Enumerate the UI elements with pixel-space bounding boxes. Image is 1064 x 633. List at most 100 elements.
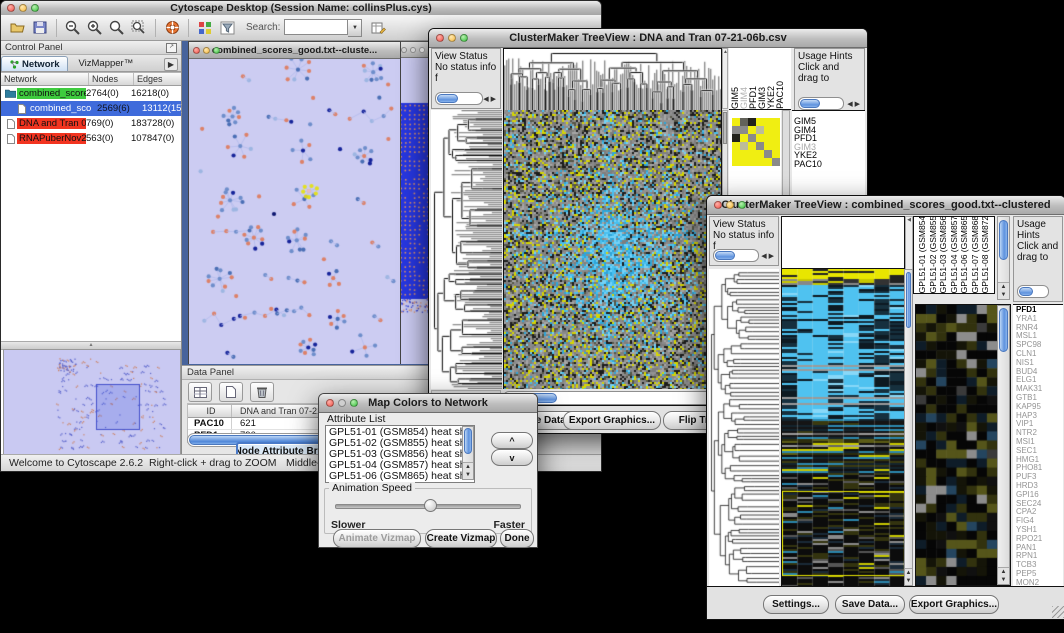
zoom-window-icon[interactable] (460, 34, 468, 42)
column-label[interactable]: GPL51-08 (GSM872) (980, 216, 991, 293)
usage-hints-scrollbar[interactable] (798, 97, 844, 110)
attribute-editor-button[interactable] (368, 18, 388, 38)
minimize-icon[interactable] (19, 4, 27, 12)
correlation-matrix[interactable] (732, 118, 780, 166)
column-dendrogram[interactable] (503, 48, 722, 111)
filter-button[interactable] (217, 18, 237, 38)
row-dendrogram[interactable] (431, 110, 502, 389)
animate-vizmap-button[interactable]: Animate Vizmap (333, 529, 421, 548)
move-up-button[interactable]: ^ (491, 432, 533, 449)
network-list-row[interactable]: DNA and Tran 07769(0)183728(0) (1, 116, 181, 131)
column-label[interactable]: GPL51-02 (GSM855) (928, 216, 939, 293)
heatmap-global-view[interactable] (781, 269, 905, 586)
settings-button[interactable]: Settings... (763, 595, 829, 614)
view-status-scrollbar[interactable] (713, 249, 759, 262)
attribute-listbox[interactable]: GPL51-01 (GSM854) heat shock 05 minGPL51… (325, 425, 475, 483)
matrix-cell (772, 126, 780, 134)
close-icon[interactable] (436, 34, 444, 42)
open-file-button[interactable] (8, 18, 28, 38)
treeview2-titlebar[interactable]: ClusterMaker TreeView : combined_scores_… (707, 196, 1064, 215)
network-canvas[interactable] (189, 59, 400, 364)
minimize-icon[interactable] (338, 399, 346, 407)
search-dropdown-button[interactable]: ▼ (348, 19, 362, 37)
network-table-header[interactable]: Network Nodes Edges (1, 72, 181, 86)
matrix-cell (732, 158, 740, 166)
zoom-selected-button[interactable] (107, 18, 127, 38)
resize-grip[interactable] (1052, 606, 1064, 618)
minimize-icon[interactable] (448, 34, 456, 42)
scroll-arrows[interactable]: ◀▶ (483, 94, 498, 105)
search-combobox[interactable]: ▼ (284, 19, 362, 37)
network-list-row[interactable]: combined_scores2764(0)16218(0) (1, 86, 181, 101)
usage-hints-scrollbar[interactable] (1017, 285, 1049, 298)
column-label[interactable]: GPL51-07 (GSM868) (970, 216, 981, 293)
tab-overflow-button[interactable]: ▶ (164, 58, 178, 71)
column-label[interactable]: PAC10 (776, 81, 785, 109)
save-button[interactable] (30, 18, 50, 38)
scroll-arrows[interactable]: ◀▶ (761, 251, 776, 262)
column-label[interactable]: GPL51-04 (GSM857) (949, 216, 960, 293)
minimize-icon[interactable] (203, 47, 210, 54)
tab-vizmapper[interactable]: VizMapper™ (68, 57, 143, 71)
close-icon[interactable] (193, 47, 200, 54)
heatmap-global-view[interactable] (503, 110, 722, 389)
slider-thumb[interactable] (424, 499, 437, 512)
zoom-window-icon[interactable] (213, 47, 220, 54)
background-network-window[interactable] (397, 41, 431, 364)
mini-vscroll[interactable]: ▲ (722, 48, 728, 109)
network-list-row[interactable]: combined_sco2569(6)13112(15) (1, 101, 181, 116)
trash-icon[interactable] (250, 382, 274, 402)
treeview1-titlebar[interactable]: ClusterMaker TreeView : DNA and Tran 07-… (429, 29, 867, 48)
export-graphics-button[interactable]: Export Graphics... (563, 411, 661, 430)
speed-slider[interactable] (335, 504, 521, 509)
save-data-button[interactable]: Save Data... (835, 595, 905, 614)
zoom-window-icon[interactable] (350, 399, 358, 407)
close-icon[interactable] (7, 4, 15, 12)
matrix-cell (764, 158, 772, 166)
dialog-titlebar[interactable]: Map Colors to Network (319, 394, 537, 413)
zoom-window-icon[interactable] (738, 201, 746, 209)
main-titlebar[interactable]: Cytoscape Desktop (Session Name: collins… (1, 1, 601, 16)
zoom-vscrollbar[interactable]: ▲▼ (997, 305, 1010, 585)
vizmapper-button[interactable] (195, 18, 215, 38)
network-list-row[interactable]: RNAPuberNov2+I563(0)107847(0) (1, 131, 181, 146)
network-name: RNAPuberNov2+I (17, 133, 86, 144)
heatmap-vscrollbar[interactable]: ▲▼ (904, 269, 913, 586)
attribute-list-scrollbar[interactable]: ▲▼ (462, 426, 474, 480)
network-edges: 107847(0) (131, 133, 181, 144)
minimize-icon[interactable] (410, 47, 416, 53)
matrix-cell (732, 126, 740, 134)
zoom-in-button[interactable] (85, 18, 105, 38)
column-labels-scrollbar[interactable]: ▲▼ (997, 216, 1010, 300)
zoom-fit-button[interactable] (129, 18, 149, 38)
column-label[interactable]: GPL51-01 (GSM854) (917, 216, 928, 293)
search-input[interactable] (284, 19, 348, 35)
matrix-cell (732, 134, 740, 142)
scroll-arrows[interactable]: ◀▶ (847, 99, 862, 110)
help-lifering-icon[interactable] (162, 18, 182, 38)
close-icon[interactable] (714, 201, 722, 209)
view-status-scrollbar[interactable] (435, 92, 483, 105)
column-label[interactable]: GPL51-03 (GSM856) (938, 216, 949, 293)
row-dendrogram[interactable] (709, 269, 779, 586)
heatmap-zoom-view[interactable] (916, 305, 997, 585)
zoom-out-button[interactable] (63, 18, 83, 38)
attribute-table-icon[interactable] (188, 382, 212, 402)
tab-network[interactable]: Network (1, 56, 68, 71)
dense-network-canvas[interactable] (398, 58, 430, 364)
create-vizmap-button[interactable]: Create Vizmap (425, 529, 497, 548)
close-icon[interactable] (326, 399, 334, 407)
float-panel-icon[interactable]: ↗ (166, 43, 177, 53)
column-label[interactable]: GPL51-06 (GSM865) (959, 216, 970, 293)
zoom-window-icon[interactable] (31, 4, 39, 12)
move-down-button[interactable]: v (491, 449, 533, 466)
zoom-window-icon[interactable] (419, 47, 425, 53)
gene-label[interactable]: PAC10 (794, 160, 822, 169)
birdseye-view[interactable] (3, 349, 181, 456)
minimize-icon[interactable] (726, 201, 734, 209)
network-view-titlebar[interactable]: combined_scores_good.txt--cluste... (189, 42, 400, 59)
new-attribute-icon[interactable] (219, 382, 243, 402)
done-button[interactable]: Done (500, 529, 534, 548)
close-icon[interactable] (401, 47, 407, 53)
export-graphics-button[interactable]: Export Graphics... (909, 595, 999, 614)
